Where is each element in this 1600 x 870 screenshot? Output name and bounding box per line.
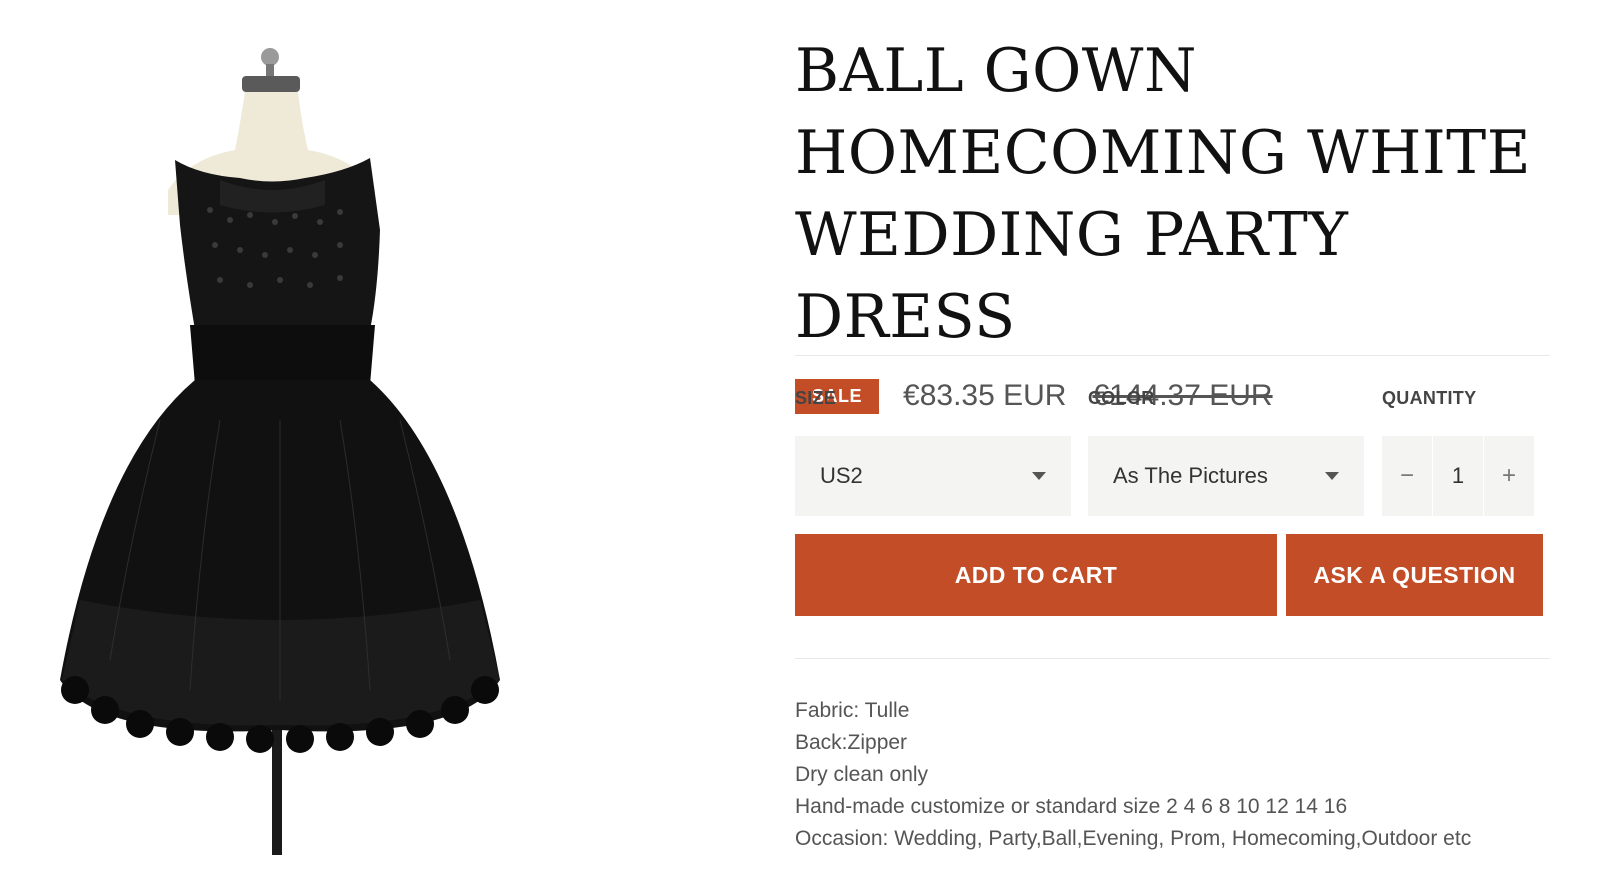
- description-line: Hand-made customize or standard size 2 4…: [795, 795, 1348, 818]
- product-title: BALL GOWN HOMECOMING WHITE WEDDING PARTY…: [795, 36, 1531, 352]
- quantity-input[interactable]: 1: [1432, 436, 1484, 516]
- divider-top: [795, 355, 1550, 356]
- color-select-value: As The Pictures: [1113, 463, 1268, 488]
- divider-bottom: [795, 658, 1550, 659]
- color-select[interactable]: As The Pictures: [1088, 436, 1364, 516]
- add-to-cart-button[interactable]: ADD TO CART: [795, 534, 1277, 616]
- size-select[interactable]: US2: [795, 436, 1071, 516]
- quantity-increase-button[interactable]: +: [1484, 436, 1534, 516]
- chevron-down-icon: [1032, 472, 1046, 480]
- product-info: BALL GOWN HOMECOMING WHITE WEDDING PARTY…: [795, 30, 1555, 416]
- product-description: Fabric: Tulle Back:Zipper Dry clean only…: [795, 695, 1471, 855]
- description-line: Fabric: Tulle: [795, 699, 910, 722]
- product-gallery: [0, 0, 740, 870]
- description-line: Occasion: Wedding, Party,Ball,Evening, P…: [795, 827, 1472, 850]
- size-select-value: US2: [820, 463, 863, 488]
- quantity-decrease-button[interactable]: −: [1382, 436, 1432, 516]
- description-line: Dry clean only: [795, 763, 929, 786]
- quantity-stepper: − 1 +: [1382, 436, 1534, 516]
- color-label: COLOR: [1088, 388, 1155, 408]
- description-line: Back:Zipper: [795, 731, 908, 754]
- quantity-label: QUANTITY: [1382, 388, 1477, 408]
- chevron-down-icon: [1325, 472, 1339, 480]
- product-image[interactable]: [40, 40, 520, 860]
- size-label: SIZE: [795, 388, 837, 408]
- sale-price: €83.35 EUR: [903, 379, 1067, 412]
- ask-question-button[interactable]: ASK A QUESTION: [1286, 534, 1543, 616]
